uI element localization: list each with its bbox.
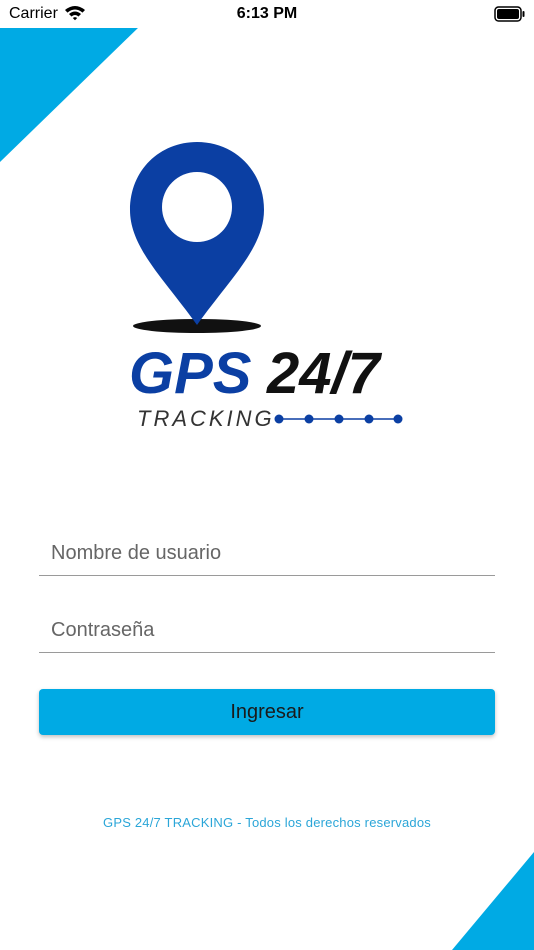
username-input[interactable] (39, 532, 495, 576)
app-logo: GPS 24/7 TRACKING (125, 140, 435, 431)
footer-copyright: GPS 24/7 TRACKING - Todos los derechos r… (103, 815, 431, 830)
password-input[interactable] (39, 609, 495, 653)
decorative-corner-bottom-right (452, 852, 534, 950)
logo-tagline: TRACKING (137, 406, 275, 430)
logo-brand-suffix: 24/7 (266, 341, 383, 406)
status-time: 6:13 PM (236, 5, 298, 22)
battery-icon (494, 6, 526, 27)
logo-brand: GPS (129, 341, 252, 406)
decorative-corner-top-left (0, 26, 140, 162)
login-button[interactable]: Ingresar (39, 689, 495, 735)
logo-dots-line (274, 414, 403, 424)
status-bar: Carrier 6:13 PM (0, 0, 534, 28)
map-pin-icon (130, 142, 264, 333)
